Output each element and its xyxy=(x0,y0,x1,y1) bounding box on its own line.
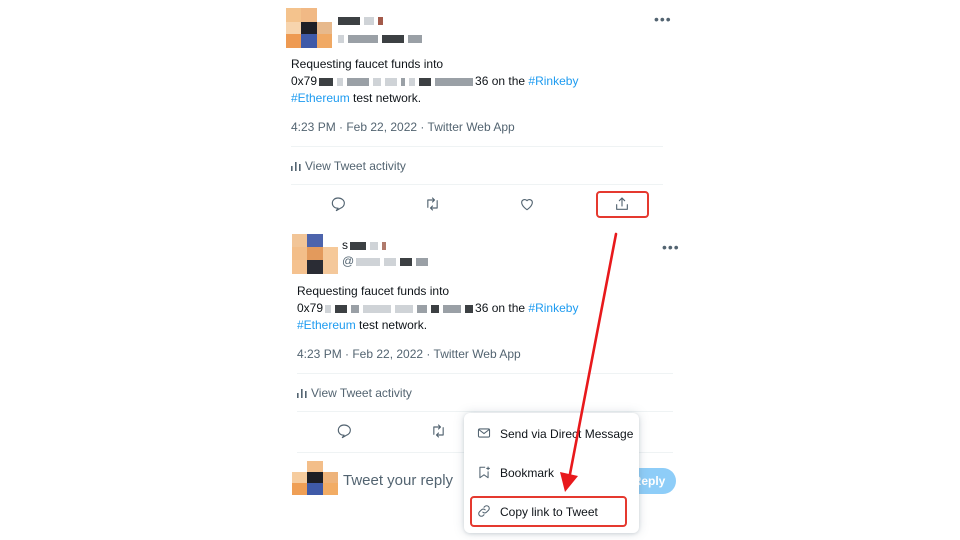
menu-item-bookmark[interactable]: Bookmark xyxy=(464,454,639,492)
reply-avatar xyxy=(292,461,338,501)
more-options-button[interactable]: ••• xyxy=(662,240,680,254)
handle-redacted[interactable]: @ xyxy=(342,254,430,268)
share-button-highlight xyxy=(596,191,649,218)
envelope-icon xyxy=(477,426,491,445)
menu-item-send-dm[interactable]: Send via Direct Message xyxy=(464,415,639,453)
reply-input[interactable]: Tweet your reply xyxy=(343,472,453,489)
display-name-redacted[interactable] xyxy=(336,12,385,30)
tweet-text-tail: test network. xyxy=(359,318,428,332)
tweet-text-line2: 0x79 36 on the #Rinkeby xyxy=(291,73,578,90)
reply-icon[interactable] xyxy=(330,196,346,212)
retweet-icon[interactable] xyxy=(430,423,447,439)
divider xyxy=(291,184,663,185)
copy-link-highlight xyxy=(470,496,627,527)
address-prefix: 0x79 xyxy=(297,301,324,315)
handle-prefix: @ xyxy=(342,254,355,268)
tweet-text-line3: #Ethereum test network. xyxy=(291,90,421,107)
bookmark-add-icon xyxy=(477,465,491,485)
view-tweet-activity-label: View Tweet activity xyxy=(305,159,406,173)
handle-redacted[interactable] xyxy=(336,30,424,48)
view-tweet-activity-label: View Tweet activity xyxy=(311,386,412,400)
hashtag-ethereum[interactable]: #Ethereum xyxy=(291,91,350,105)
reply-icon[interactable] xyxy=(336,423,352,439)
tweet-text-line2: 0x79 36 on the #Rinkeby xyxy=(297,300,578,317)
address-suffix: 36 on the xyxy=(475,74,526,88)
avatar[interactable] xyxy=(286,8,332,48)
divider xyxy=(297,411,673,412)
view-tweet-activity[interactable]: View Tweet activity xyxy=(297,386,412,400)
view-tweet-activity[interactable]: View Tweet activity xyxy=(291,159,406,173)
tweet-text-line3: #Ethereum test network. xyxy=(297,317,427,334)
hashtag-rinkeby[interactable]: #Rinkeby xyxy=(528,74,578,88)
menu-item-label: Bookmark xyxy=(500,466,555,480)
retweet-icon[interactable] xyxy=(424,196,441,212)
address-suffix: 36 on the xyxy=(475,301,526,315)
divider xyxy=(291,146,663,147)
tweet-timestamp[interactable]: 4:23 PM · Feb 22, 2022 · Twitter Web App xyxy=(291,119,515,136)
bar-chart-icon xyxy=(297,389,307,398)
bar-chart-icon xyxy=(291,162,301,171)
display-name-redacted[interactable]: s xyxy=(342,238,388,252)
tweet-text-line1: Requesting faucet funds into xyxy=(297,284,450,298)
display-name-prefix: s xyxy=(342,238,348,252)
hashtag-ethereum[interactable]: #Ethereum xyxy=(297,318,356,332)
menu-item-label: Send via Direct Message xyxy=(500,427,634,441)
tweet-timestamp[interactable]: 4:23 PM · Feb 22, 2022 · Twitter Web App xyxy=(297,346,521,363)
divider xyxy=(297,373,673,374)
more-options-button[interactable]: ••• xyxy=(654,12,672,26)
tweet-1: ••• Requesting faucet funds into 0x79 36 … xyxy=(278,0,678,220)
like-icon[interactable] xyxy=(519,196,535,212)
tweet-text-line1: Requesting faucet funds into xyxy=(291,57,444,71)
tweet-text-tail: test network. xyxy=(353,91,422,105)
hashtag-rinkeby[interactable]: #Rinkeby xyxy=(528,301,578,315)
address-prefix: 0x79 xyxy=(291,74,318,88)
avatar[interactable] xyxy=(292,234,338,274)
